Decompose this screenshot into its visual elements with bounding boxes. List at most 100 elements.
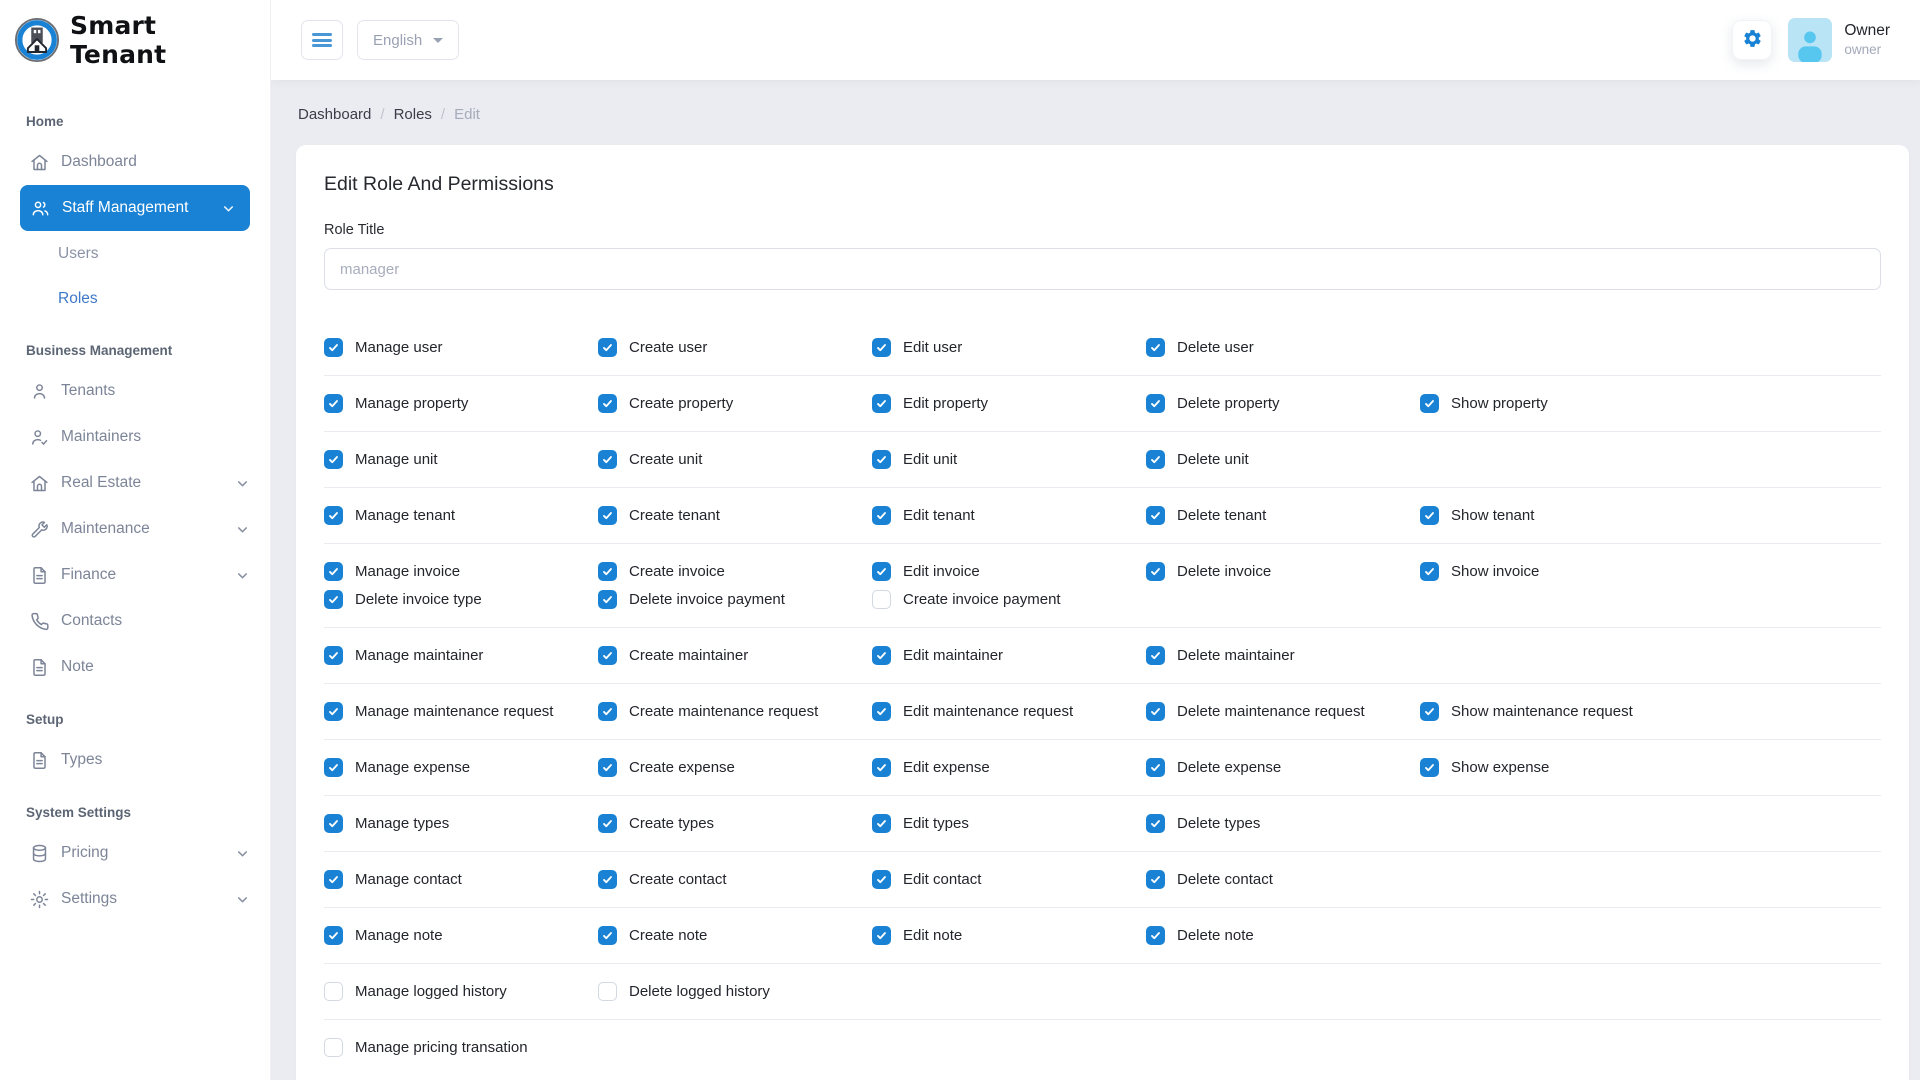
sidebar-item-dashboard[interactable]: Dashboard [0,139,270,185]
permission-create-note[interactable]: Create note [598,926,872,945]
checkbox-unchecked-icon[interactable] [324,982,343,1001]
checkbox-checked-icon[interactable] [1420,394,1439,413]
checkbox-checked-icon[interactable] [1146,814,1165,833]
checkbox-checked-icon[interactable] [872,338,891,357]
permission-delete-property[interactable]: Delete property [1146,394,1420,413]
permission-manage-logged-history[interactable]: Manage logged history [324,982,598,1001]
permission-delete-user[interactable]: Delete user [1146,338,1420,357]
permission-manage-expense[interactable]: Manage expense [324,758,598,777]
sidebar-item-note[interactable]: Note [0,644,270,690]
permission-create-invoice[interactable]: Create invoice [598,562,872,581]
sidebar-item-finance[interactable]: Finance [0,552,270,598]
permission-delete-expense[interactable]: Delete expense [1146,758,1420,777]
sidebar-subitem-users[interactable]: Users [0,231,270,276]
checkbox-checked-icon[interactable] [1420,562,1439,581]
checkbox-checked-icon[interactable] [324,870,343,889]
permission-edit-unit[interactable]: Edit unit [872,450,1146,469]
permission-manage-pricing-transation[interactable]: Manage pricing transation [324,1038,598,1057]
permission-manage-property[interactable]: Manage property [324,394,598,413]
permission-show-tenant[interactable]: Show tenant [1420,506,1694,525]
permission-edit-types[interactable]: Edit types [872,814,1146,833]
permission-manage-maintainer[interactable]: Manage maintainer [324,646,598,665]
checkbox-checked-icon[interactable] [324,646,343,665]
sidebar-item-maintenance[interactable]: Maintenance [0,506,270,552]
permission-delete-logged-history[interactable]: Delete logged history [598,982,872,1001]
permission-manage-user[interactable]: Manage user [324,338,598,357]
sidebar-toggle-button[interactable] [301,20,343,60]
sidebar-item-pricing[interactable]: Pricing [0,830,270,876]
checkbox-checked-icon[interactable] [324,758,343,777]
sidebar-item-staff-management[interactable]: Staff Management [20,185,250,231]
permission-show-invoice[interactable]: Show invoice [1420,562,1694,581]
checkbox-checked-icon[interactable] [324,394,343,413]
checkbox-checked-icon[interactable] [598,814,617,833]
permission-manage-note[interactable]: Manage note [324,926,598,945]
permission-create-expense[interactable]: Create expense [598,758,872,777]
permission-create-property[interactable]: Create property [598,394,872,413]
permission-edit-maintainer[interactable]: Edit maintainer [872,646,1146,665]
checkbox-checked-icon[interactable] [598,646,617,665]
checkbox-checked-icon[interactable] [872,394,891,413]
permission-manage-invoice[interactable]: Manage invoice [324,562,598,581]
permission-manage-contact[interactable]: Manage contact [324,870,598,889]
sidebar-item-tenants[interactable]: Tenants [0,368,270,414]
breadcrumb-roles[interactable]: Roles [394,106,432,123]
checkbox-checked-icon[interactable] [872,646,891,665]
role-title-input[interactable] [324,248,1881,290]
permission-delete-maintainer[interactable]: Delete maintainer [1146,646,1420,665]
checkbox-checked-icon[interactable] [1146,506,1165,525]
checkbox-checked-icon[interactable] [872,814,891,833]
checkbox-checked-icon[interactable] [598,590,617,609]
checkbox-checked-icon[interactable] [872,702,891,721]
permission-edit-tenant[interactable]: Edit tenant [872,506,1146,525]
permission-edit-maintenance-request[interactable]: Edit maintenance request [872,702,1146,721]
permission-delete-tenant[interactable]: Delete tenant [1146,506,1420,525]
permission-delete-invoice-type[interactable]: Delete invoice type [324,590,598,609]
checkbox-checked-icon[interactable] [1146,926,1165,945]
checkbox-checked-icon[interactable] [598,870,617,889]
sidebar-item-types[interactable]: Types [0,737,270,783]
checkbox-checked-icon[interactable] [598,758,617,777]
permission-manage-tenant[interactable]: Manage tenant [324,506,598,525]
checkbox-checked-icon[interactable] [872,870,891,889]
permission-edit-expense[interactable]: Edit expense [872,758,1146,777]
sidebar-subitem-roles[interactable]: Roles [0,276,270,321]
permission-manage-maintenance-request[interactable]: Manage maintenance request [324,702,598,721]
permission-delete-invoice[interactable]: Delete invoice [1146,562,1420,581]
checkbox-checked-icon[interactable] [598,450,617,469]
breadcrumb-dashboard[interactable]: Dashboard [298,106,371,123]
checkbox-checked-icon[interactable] [1146,870,1165,889]
checkbox-checked-icon[interactable] [324,590,343,609]
permission-delete-note[interactable]: Delete note [1146,926,1420,945]
checkbox-checked-icon[interactable] [598,926,617,945]
permission-delete-invoice-payment[interactable]: Delete invoice payment [598,590,872,609]
checkbox-checked-icon[interactable] [1146,758,1165,777]
user-meta[interactable]: Owner owner [1844,21,1890,59]
checkbox-checked-icon[interactable] [324,926,343,945]
sidebar-item-real-estate[interactable]: Real Estate [0,460,270,506]
checkbox-checked-icon[interactable] [598,506,617,525]
checkbox-unchecked-icon[interactable] [872,590,891,609]
checkbox-checked-icon[interactable] [598,338,617,357]
checkbox-checked-icon[interactable] [1420,758,1439,777]
avatar[interactable] [1788,18,1832,62]
permission-create-unit[interactable]: Create unit [598,450,872,469]
permission-edit-contact[interactable]: Edit contact [872,870,1146,889]
permission-edit-note[interactable]: Edit note [872,926,1146,945]
checkbox-checked-icon[interactable] [1146,338,1165,357]
checkbox-checked-icon[interactable] [324,702,343,721]
permission-create-invoice-payment[interactable]: Create invoice payment [872,590,1146,609]
checkbox-checked-icon[interactable] [598,702,617,721]
permission-delete-types[interactable]: Delete types [1146,814,1420,833]
checkbox-unchecked-icon[interactable] [598,982,617,1001]
permission-show-expense[interactable]: Show expense [1420,758,1694,777]
checkbox-checked-icon[interactable] [872,506,891,525]
permission-manage-types[interactable]: Manage types [324,814,598,833]
permission-manage-unit[interactable]: Manage unit [324,450,598,469]
sidebar-item-settings[interactable]: Settings [0,876,270,922]
checkbox-checked-icon[interactable] [872,562,891,581]
checkbox-checked-icon[interactable] [1420,702,1439,721]
sidebar-item-maintainers[interactable]: Maintainers [0,414,270,460]
checkbox-checked-icon[interactable] [324,450,343,469]
permission-show-maintenance-request[interactable]: Show maintenance request [1420,702,1694,721]
